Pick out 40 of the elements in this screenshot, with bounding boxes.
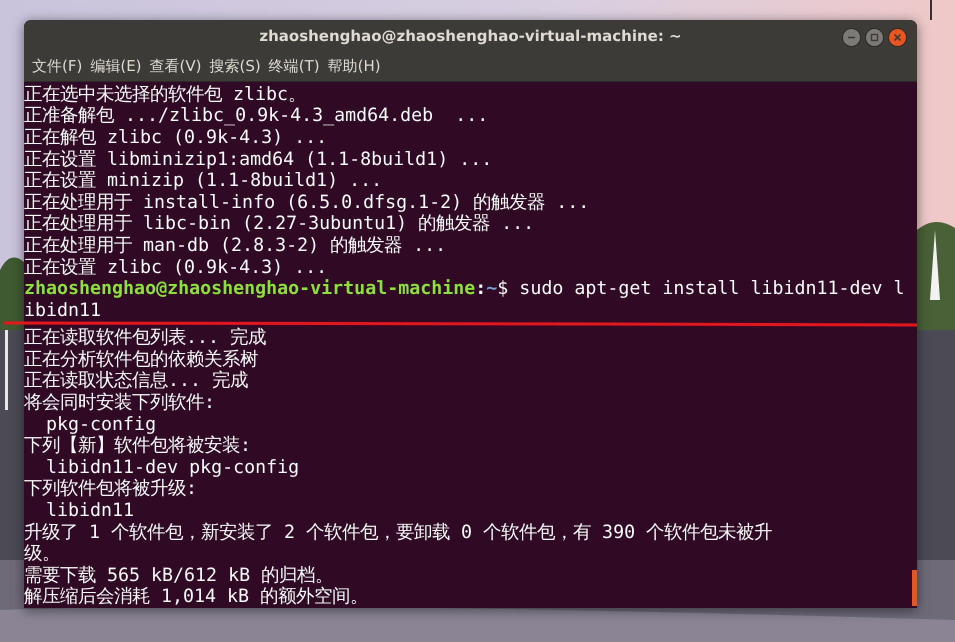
terminal-line: 级。 [24,543,60,565]
terminal-line: 正在处理用于 install-info (6.5.0.dfsg.1-2) 的触发器 ... [24,192,590,214]
terminal-line: 升级了 1 个软件包，新安装了 2 个软件包，要卸载 0 个软件包，有 390 个软件包未被升 [24,522,772,544]
prompt-path: ~ [486,278,498,300]
terminal-line: pkg-config [45,414,156,436]
terminal-line: 正在处理用于 libc-bin (2.27-3ubuntu1) 的触发器 ... [24,213,534,235]
minimize-button[interactable] [842,28,861,47]
terminal-line: 正在解包 zlibc (0.9k-4.3) ... [24,126,328,149]
terminal-line: 正在设置 minizip (1.1-8build1) ... [24,170,382,192]
terminal-line: 将会同时安装下列软件: [24,392,216,414]
close-button[interactable] [888,28,907,47]
terminal-line: 正在读取软件包列表... 完成 [24,327,266,349]
maximize-icon [870,33,879,42]
terminal-line: 正在选中未选择的软件包 zlibc。 [24,84,306,106]
menu-item[interactable]: 帮助(H) [324,56,385,76]
terminal-line: 下列软件包将被升级: [24,478,198,500]
menu-item[interactable]: 搜索(S) [206,56,265,76]
terminal-line: 正在处理用于 man-db (2.8.3-2) 的触发器 ... [24,234,446,256]
terminal-line: 下列【新】软件包将被安装: [24,435,252,457]
menu-item[interactable]: 文件(F) [28,56,86,76]
prompt-separator: : [475,278,486,300]
command-text: ibidn11 [24,300,102,322]
prompt-user-host: zhaoshenghao@zhaoshenghao-virtual-machine [24,278,476,300]
menu-item[interactable]: 终端(T) [264,56,324,76]
terminal-line: 正准备解包 .../zlibc_0.9k-4.3_amd64.deb ... [24,105,488,127]
close-icon [893,33,902,42]
menu-item[interactable]: 编辑(E) [86,56,146,76]
terminal-line: 正在设置 libminizip1:amd64 (1.1-8build1) ... [24,148,492,170]
terminal-line: 解压缩后会消耗 1,014 kB 的额外空间。 [24,586,368,608]
terminal-line: 正在读取状态信息... 完成 [24,370,248,392]
terminal-line: libidn11-dev pkg-config [45,456,300,478]
command-text: $ sudo apt-get install libidn11-dev l [497,278,905,300]
menu-item[interactable]: 查看(V) [146,56,206,76]
terminal-line: 正在分析软件包的依赖关系树 [24,348,258,370]
terminal-line: libidn11 [45,500,134,522]
window-title: zhaoshenghao@zhaoshenghao-virtual-machine: ~ [259,27,682,46]
terminal-line: 正在设置 zlibc (0.9k-4.3) ... [24,256,328,278]
maximize-button[interactable] [865,28,884,47]
scrollbar-thumb[interactable] [912,570,917,606]
terminal-line: 需要下载 565 kB/612 kB 的归档。 [24,564,334,586]
